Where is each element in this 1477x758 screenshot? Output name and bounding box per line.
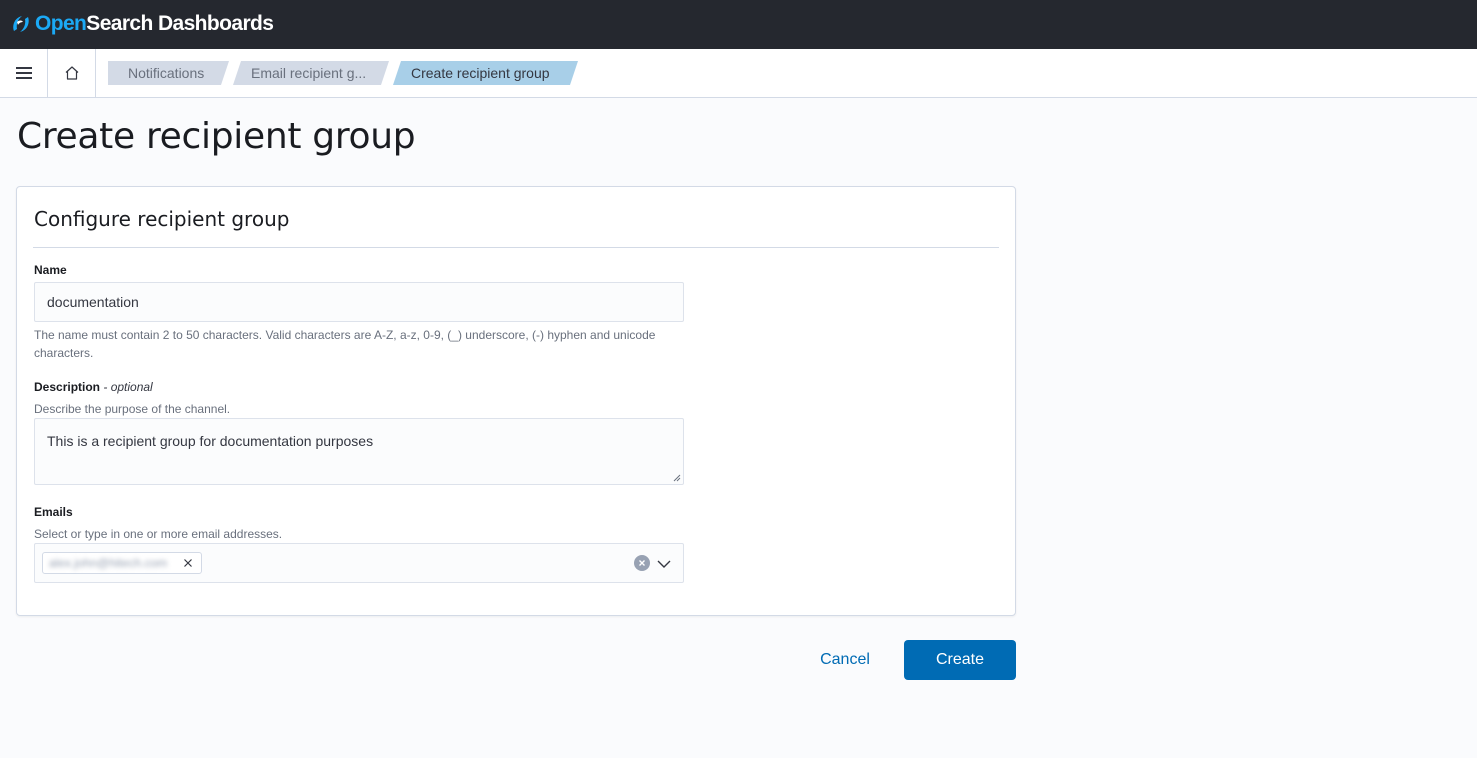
description-label: Description - optional — [34, 380, 153, 394]
panel-divider — [33, 247, 999, 248]
description-textarea[interactable]: This is a recipient group for documentat… — [34, 418, 684, 485]
logo-text-rest: Search Dashboards — [86, 12, 274, 35]
hamburger-menu-icon — [15, 67, 32, 79]
breadcrumb-notifications[interactable]: Notifications — [108, 61, 229, 85]
name-label: Name — [34, 263, 67, 277]
breadcrumb-create-recipient-group: Create recipient group — [393, 61, 578, 85]
logo-text-open: Open — [35, 12, 87, 35]
home-button[interactable] — [48, 49, 96, 97]
cancel-button[interactable]: Cancel — [800, 640, 890, 680]
page-title: Create recipient group — [17, 116, 416, 157]
menu-button[interactable] — [0, 49, 48, 97]
remove-chip-icon[interactable] — [183, 558, 193, 568]
chevron-down-icon[interactable] — [656, 556, 672, 572]
top-header: Open Search Dashboards — [0, 0, 1477, 49]
emails-help-text: Select or type in one or more email addr… — [34, 527, 283, 541]
breadcrumb: Notifications Email recipient g... Creat… — [108, 61, 582, 85]
email-chip: alex.john@hitech.com — [42, 552, 202, 574]
create-button[interactable]: Create — [904, 640, 1016, 680]
home-icon — [65, 66, 78, 80]
description-value: This is a recipient group for documentat… — [47, 433, 374, 449]
description-help-text: Describe the purpose of the channel. — [34, 402, 231, 416]
clear-icon — [639, 560, 645, 566]
breadcrumb-email-recipient-groups[interactable]: Email recipient g... — [233, 61, 389, 85]
clear-all-button[interactable] — [634, 555, 650, 571]
email-chip-text: alex.john@hitech.com — [49, 556, 168, 570]
panel-title: Configure recipient group — [34, 207, 290, 231]
name-input[interactable]: documentation — [34, 282, 684, 322]
emails-label: Emails — [34, 505, 73, 519]
description-label-text: Description — [34, 380, 101, 394]
optional-hint: - optional — [103, 380, 153, 394]
opensearch-logo-icon — [13, 16, 29, 32]
emails-combobox[interactable]: alex.john@hitech.com — [34, 543, 684, 583]
resize-grip-icon[interactable] — [673, 474, 681, 482]
name-help-text: The name must contain 2 to 50 characters… — [34, 328, 656, 360]
opensearch-logo[interactable]: Open Search Dashboards — [10, 10, 274, 38]
breadcrumb-bar: Notifications Email recipient g... Creat… — [0, 49, 1477, 98]
configure-panel: Configure recipient group Name documenta… — [16, 186, 1016, 616]
